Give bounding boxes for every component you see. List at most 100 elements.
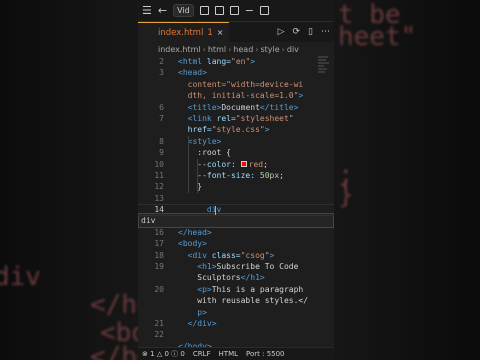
code-token: 50px [259,170,280,180]
code-text: <title>Document</title> [178,102,299,113]
code-line[interactable]: 7 <link rel="stylesheet" [138,113,334,124]
text-cursor [215,205,216,215]
code-text: with reusable styles.</ [178,295,308,306]
code-token: <link [178,113,217,123]
code-line[interactable]: 20 <p>This is a paragraph [138,284,334,295]
color-swatch-icon [240,161,247,168]
code-token: class= [211,250,241,260]
code-token: <title> [178,102,222,112]
maximize-icon[interactable] [259,6,269,15]
code-token: <head> [178,68,207,78]
chevron-right-icon: › [228,44,232,54]
code-text: <h1>Subscribe To Code [178,261,298,272]
code-token: <html [178,57,207,66]
more-actions-icon[interactable]: ⋯ [321,27,330,37]
breadcrumb: index.html › html › head › style › div [138,42,334,56]
code-line[interactable]: dth, initial-scale=1.0"> [138,90,334,101]
current-line-highlight [138,203,334,216]
code-line[interactable]: 17 <body> [138,238,334,249]
line-number: 21 [154,318,164,328]
line-number: 20 [154,284,164,294]
bg-word: </he [90,290,138,320]
code-line[interactable]: 12 } [138,181,334,192]
menu-icon[interactable]: ☰ [142,4,152,17]
code-line[interactable]: 9 :root { [138,147,334,158]
background-right: t be heet" ; } [334,0,480,360]
chevron-right-icon: › [281,44,285,54]
code-text: Sculptors</h1> [178,272,264,283]
line-number: 22 [154,330,164,340]
code-token: href= [178,125,212,135]
split-editor-icon[interactable]: ▯ [308,27,313,37]
run-icon[interactable]: ▷ [278,27,285,37]
line-number: 17 [154,239,164,249]
line-ending[interactable]: CRLF [193,350,211,358]
code-token: > [298,91,304,101]
code-line[interactable]: 2 <html lang="en"> [138,56,334,67]
code-token: "en" [231,57,251,66]
code-line[interactable]: 21 </div> [138,318,334,329]
close-tab-icon[interactable]: × [217,28,224,37]
indent-guide [197,158,198,193]
code-line[interactable]: content="width=device-wi [138,79,334,90]
code-token: ; [279,170,284,180]
code-token: Document [221,102,260,112]
code-line[interactable]: Sculptors</h1> [138,272,334,283]
editor-actions: ▷ ⟳ ▯ ⋯ [278,27,330,37]
line-number: 6 [159,102,164,112]
code-token: > [250,57,256,66]
bg-word: heet" [338,22,417,52]
code-line[interactable]: p> [138,307,334,318]
code-token: <body> [178,239,207,249]
code-line[interactable]: 22 [138,329,334,340]
chevron-right-icon: › [202,44,206,54]
breadcrumb-item[interactable]: html [208,45,226,54]
minimize-icon[interactable]: − [245,4,254,17]
code-token: rel= [216,113,236,123]
code-token: Subscribe To Code [216,262,299,272]
go-live-icon[interactable]: ⟳ [293,27,301,37]
code-line[interactable]: 3 <head> [138,67,334,78]
status-bar: ⊗ 1 △ 0 ⓘ 0 CRLF HTML Port : 5500 [138,347,334,360]
tab-index-html[interactable]: index.html 1 × [138,22,230,42]
code-text: <html lang="en"> [178,56,255,67]
code-line[interactable]: 8 <style> [138,136,334,147]
code-token: </div> [178,318,217,328]
problems-indicator[interactable]: ⊗ 1 △ 0 ⓘ 0 [142,349,185,359]
code-line[interactable]: 19 <h1>Subscribe To Code [138,261,334,272]
breadcrumb-item[interactable]: div [287,45,299,54]
code-line[interactable]: 18 <div class="csog"> [138,250,334,261]
code-token: > [269,250,275,260]
code-token: </title> [259,102,299,112]
error-count: 1 [150,350,155,358]
code-line[interactable]: 10 --color: red; [138,159,334,170]
toggle-panel-icon[interactable] [199,6,209,15]
live-server-port[interactable]: Port : 5500 [246,350,285,358]
info-count: 0 [180,350,185,358]
code-text: <head> [178,67,207,78]
toggle-sidebar-icon[interactable] [214,6,224,15]
code-text: --color: red; [178,159,268,170]
code-text: </head> [178,227,212,238]
breadcrumb-item[interactable]: style [260,45,279,54]
language-mode[interactable]: HTML [219,350,238,358]
line-number: 11 [154,170,164,180]
code-line[interactable]: 11 --font-size: 50px; [138,170,334,181]
code-text: } [178,181,202,192]
line-number: 13 [154,193,164,203]
breadcrumb-item[interactable]: head [233,45,253,54]
code-line[interactable]: 16 </head> [138,227,334,238]
warning-icon: △ [156,350,163,358]
command-search-input[interactable]: Vid [173,4,194,17]
code-token: "style.css" [211,125,265,135]
line-number: 16 [154,227,164,237]
line-number: 2 [159,57,164,66]
back-arrow-icon[interactable]: ← [158,4,167,17]
code-line[interactable]: with reusable styles.</ [138,295,334,306]
code-line[interactable]: 13 [138,193,334,204]
code-line[interactable]: 6 <title>Document</title> [138,102,334,113]
code-line[interactable]: href="style.css"> [138,124,334,135]
breadcrumb-item[interactable]: index.html [158,45,201,54]
layout-icon[interactable] [229,6,239,15]
code-text: <body> [178,238,207,249]
